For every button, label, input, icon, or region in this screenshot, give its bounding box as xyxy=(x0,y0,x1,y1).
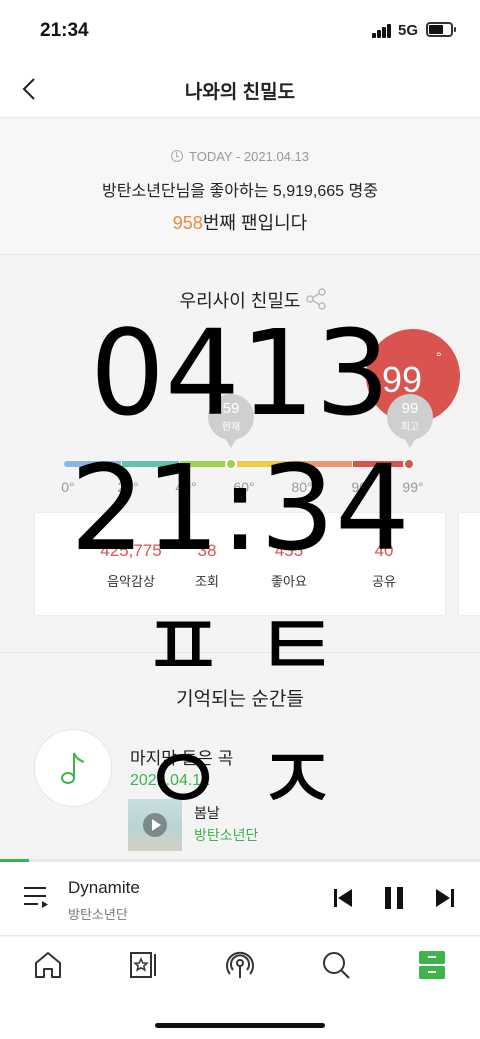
fan-rank-number: 958 xyxy=(172,213,203,233)
tab-search[interactable] xyxy=(320,949,352,981)
page-title: 나와의 친밀도 xyxy=(184,82,296,103)
divider xyxy=(0,254,480,255)
fan-count-line: 방탄소년단님을 좋아하는 5,919,665 명중 xyxy=(102,183,378,200)
battery-icon xyxy=(426,22,456,37)
overlay-time-text: 21:34 xyxy=(69,439,411,577)
status-time: 21:34 xyxy=(40,20,89,41)
mini-player[interactable]: Dynamite 방탄소년단 xyxy=(0,862,480,936)
today-date-line: TODAY - 2021.04.13 xyxy=(0,149,480,164)
podcast-icon xyxy=(226,951,254,978)
overlay-date-text: 0413 xyxy=(89,304,391,442)
home-indicator xyxy=(155,1023,325,1028)
signal-icon xyxy=(372,24,392,38)
now-playing-artist[interactable]: 방탄소년단 xyxy=(68,904,128,923)
overlay-char-text: ㅇ ㅈ xyxy=(140,727,340,834)
now-playing-title[interactable]: Dynamite xyxy=(68,878,140,898)
search-icon xyxy=(323,952,350,979)
tab-bar xyxy=(0,937,480,1039)
pause-icon[interactable] xyxy=(382,886,406,910)
my-page-icon xyxy=(419,951,445,979)
today-section: TODAY - 2021.04.13 방탄소년단님을 좋아하는 5,919,66… xyxy=(0,119,480,254)
today-date-text: TODAY - 2021.04.13 xyxy=(189,149,309,164)
tab-my-page[interactable] xyxy=(416,949,448,981)
fan-rank-suffix: 번째 팬입니다 xyxy=(202,213,308,233)
playlist-icon[interactable] xyxy=(22,884,50,910)
network-label: 5G xyxy=(398,22,419,39)
previous-track-icon[interactable] xyxy=(332,886,354,910)
tab-podcast[interactable] xyxy=(224,949,256,981)
clock-icon xyxy=(171,150,184,162)
tab-home[interactable] xyxy=(32,949,64,981)
fan-rank-line: 958번째 팬입니다 xyxy=(0,209,480,235)
home-icon xyxy=(35,952,61,978)
next-track-icon[interactable] xyxy=(434,886,456,910)
status-bar: 21:34 5G xyxy=(0,0,480,60)
music-library-icon xyxy=(130,952,156,978)
overlay-char-text: ㅍ ㅌ xyxy=(140,593,340,700)
tab-music-library[interactable] xyxy=(128,949,160,981)
affinity-content[interactable]: TODAY - 2021.04.13 방탄소년단님을 좋아하는 5,919,66… xyxy=(0,119,480,859)
nav-header: 나와의 친밀도 xyxy=(0,60,480,118)
